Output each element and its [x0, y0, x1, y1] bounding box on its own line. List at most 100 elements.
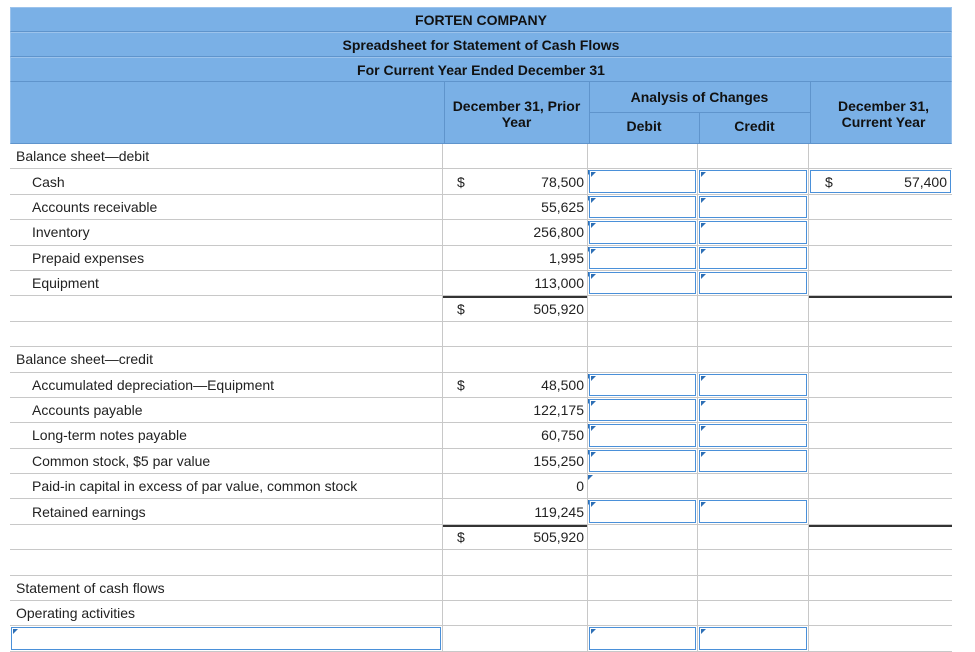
row-label: Retained earnings — [32, 503, 146, 520]
input-flag-icon — [701, 451, 706, 457]
debit-input[interactable] — [589, 246, 696, 269]
row-label: Paid-in capital in excess of par value, … — [32, 478, 358, 495]
debit-input[interactable] — [589, 449, 696, 473]
input-flag-icon — [591, 400, 596, 406]
table-row: Accounts payable 122,175 — [10, 397, 952, 424]
input-flag-icon — [13, 629, 18, 635]
row-label: Common stock, $5 par value — [32, 452, 211, 469]
table-row: Common stock, $5 par value 155,250 — [10, 448, 952, 475]
debit-input[interactable] — [589, 170, 696, 193]
statement-title: Spreadsheet for Statement of Cash Flows — [10, 32, 952, 57]
total-value: 505,920 — [533, 529, 584, 546]
table-row: Retained earnings 119,245 — [10, 499, 952, 525]
input-flag-icon — [701, 172, 706, 178]
debit-input[interactable] — [589, 500, 696, 523]
table-row: Cash $78,500 $57,400 — [10, 169, 952, 195]
input-flag-icon — [701, 629, 706, 635]
table-row: Inventory 256,800 — [10, 220, 952, 246]
input-flag-icon — [591, 172, 596, 178]
prior-year-value: 256,800 — [533, 224, 584, 241]
credit-input[interactable] — [699, 398, 807, 422]
input-flag-icon — [701, 400, 706, 406]
input-flag-icon — [701, 502, 706, 508]
company-title: FORTEN COMPANY — [10, 7, 952, 32]
table-row: Long-term notes payable 60,750 — [10, 423, 952, 449]
prior-year-header: December 31, Prior Year — [452, 98, 581, 130]
total-row: $505,920 — [10, 524, 952, 551]
section-statement-of-cash-flows: Statement of cash flows — [10, 575, 952, 602]
prior-year-value: 122,175 — [533, 402, 584, 419]
input-flag-icon — [701, 375, 706, 381]
input-flag-icon — [701, 248, 706, 254]
current-year-header: December 31, Current Year — [837, 98, 930, 130]
current-year-value: 57,400 — [904, 173, 947, 190]
total-value: 505,920 — [533, 300, 584, 317]
prior-year-value: 113,000 — [534, 275, 584, 292]
input-flag-icon — [701, 223, 706, 229]
total-row: $505,920 — [10, 296, 952, 322]
table-row: Accounts receivable 55,625 — [10, 194, 952, 221]
credit-input[interactable] — [699, 271, 807, 295]
input-flag-icon — [701, 426, 706, 432]
credit-input[interactable] — [699, 195, 807, 219]
spreadsheet-body: Balance sheet—debit Cash $78,500 $57,400 Acc… — [10, 144, 952, 652]
column-header-row: December 31, Prior Year Analysis of Chan… — [10, 82, 952, 144]
input-flag-icon — [591, 197, 596, 203]
credit-input[interactable] — [699, 373, 807, 396]
credit-input[interactable] — [699, 424, 807, 447]
spacer-row — [10, 321, 952, 348]
current-year-input[interactable]: $57,400 — [810, 170, 951, 193]
prior-year-value: 60,750 — [541, 427, 584, 444]
section-balance-sheet-debit: Balance sheet—debit — [10, 144, 952, 170]
debit-input[interactable] — [589, 195, 696, 219]
input-flag-icon — [591, 629, 596, 635]
input-flag-icon — [591, 223, 596, 229]
input-flag-icon — [701, 273, 706, 279]
debit-input[interactable] — [589, 424, 696, 447]
credit-input[interactable] — [699, 246, 807, 269]
dollar-sign: $ — [457, 529, 465, 546]
row-label: Prepaid expenses — [32, 249, 145, 266]
prior-year-value: 119,245 — [534, 503, 584, 520]
input-flag-icon — [591, 502, 596, 508]
input-flag-icon — [591, 273, 596, 279]
row-label: Accounts receivable — [32, 198, 158, 215]
operating-input-row — [10, 626, 952, 652]
table-row: Paid-in capital in excess of par value, … — [10, 474, 952, 500]
section-operating-activities: Operating activities — [10, 601, 952, 627]
credit-input[interactable] — [699, 449, 807, 473]
table-row: Equipment 113,000 — [10, 270, 952, 297]
debit-input[interactable] — [589, 373, 696, 396]
input-flag-icon — [701, 197, 706, 203]
section-balance-sheet-credit: Balance sheet—credit — [10, 347, 952, 373]
row-label: Inventory — [32, 224, 90, 241]
credit-input[interactable] — [699, 221, 807, 244]
debit-input[interactable] — [589, 271, 696, 295]
table-row: Accumulated depreciation—Equipment $48,50… — [10, 372, 952, 398]
credit-input[interactable] — [699, 627, 807, 650]
row-label: Long-term notes payable — [32, 427, 187, 444]
row-label: Equipment — [32, 275, 99, 292]
input-flag-icon — [591, 426, 596, 432]
row-label: Accumulated depreciation—Equipment — [32, 376, 275, 393]
section-balance-sheet-debit-label: Balance sheet—debit — [16, 148, 150, 165]
input-flag-icon — [591, 451, 596, 457]
operating-activity-input[interactable] — [11, 627, 441, 650]
credit-input[interactable] — [699, 170, 807, 193]
dollar-sign: $ — [825, 173, 833, 190]
credit-input[interactable] — [699, 500, 807, 523]
row-label: Cash — [32, 173, 65, 190]
dollar-sign: $ — [457, 173, 465, 190]
row-label: Accounts payable — [32, 402, 143, 419]
debit-input[interactable] — [589, 398, 696, 422]
spacer-row — [10, 550, 952, 576]
period-title: For Current Year Ended December 31 — [10, 57, 952, 82]
debit-input[interactable] — [589, 627, 696, 650]
input-flag-icon — [591, 375, 596, 381]
section-statement-of-cash-flows-label: Statement of cash flows — [16, 579, 165, 596]
prior-year-value: 1,995 — [548, 249, 584, 266]
debit-input[interactable] — [589, 221, 696, 244]
section-balance-sheet-credit-label: Balance sheet—credit — [16, 351, 153, 368]
debit-header: Debit — [626, 118, 662, 134]
input-flag-icon — [591, 248, 596, 254]
